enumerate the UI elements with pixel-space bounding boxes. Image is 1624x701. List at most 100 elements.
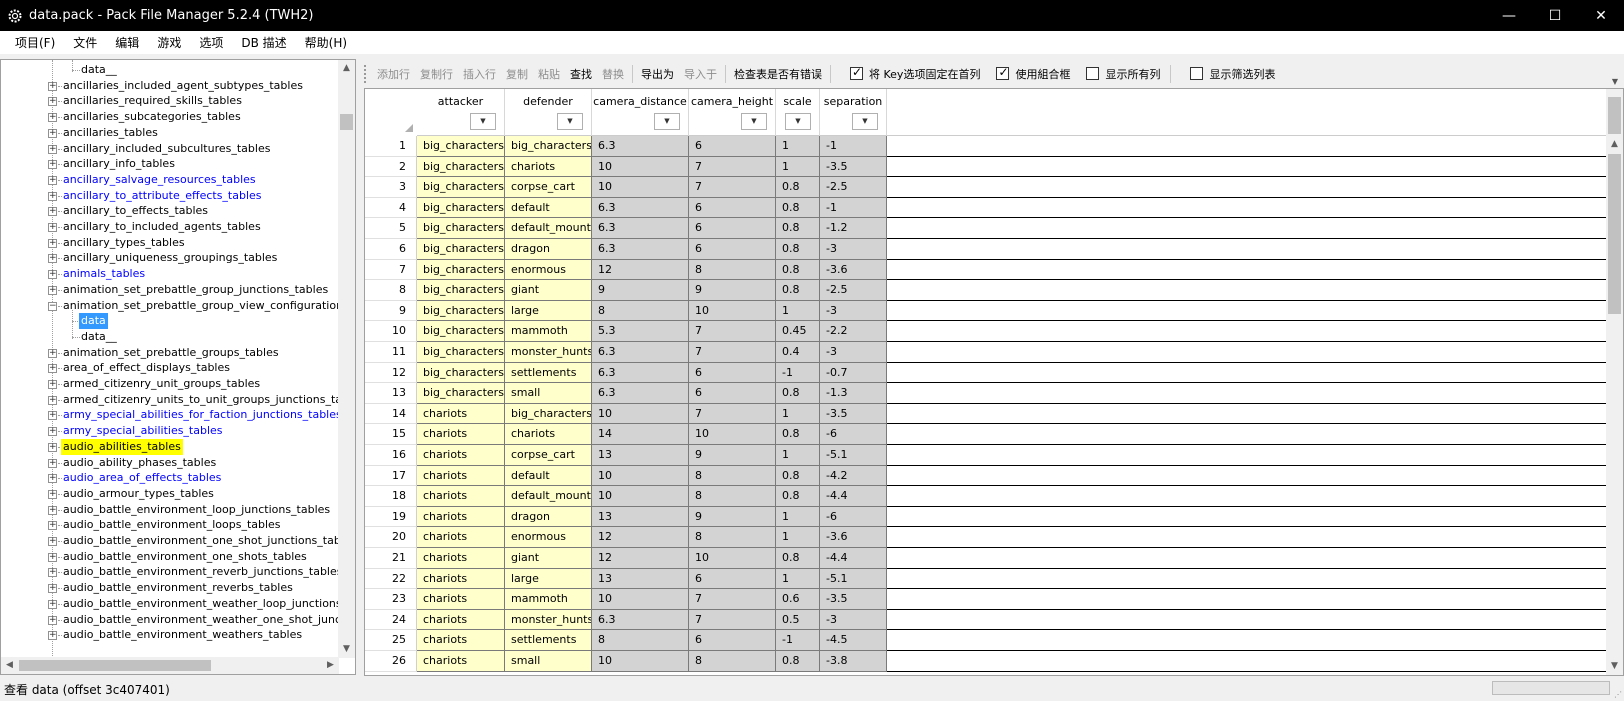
cell-defender[interactable]: default_mounted bbox=[505, 218, 592, 239]
cell-camera-height[interactable]: 6 bbox=[689, 630, 776, 651]
cell-camera-height[interactable]: 7 bbox=[689, 403, 776, 425]
menu-db-description[interactable]: DB 描述 bbox=[232, 31, 295, 55]
tree-item[interactable]: + audio_armour_types_tables bbox=[1, 486, 339, 502]
tree-item[interactable]: + audio_battle_environment_one_shot_junct… bbox=[1, 533, 339, 549]
find-button[interactable]: 查找 bbox=[565, 66, 597, 82]
cell-attacker[interactable]: big_characters bbox=[417, 280, 505, 301]
cell-scale[interactable]: 0.8 bbox=[776, 197, 820, 219]
tree-item[interactable]: + ancillary_uniqueness_groupings_tables bbox=[1, 250, 339, 266]
cell-defender[interactable]: mammoth bbox=[505, 321, 592, 342]
cell-scale[interactable]: 0.5 bbox=[776, 609, 820, 631]
cell-camera-height[interactable]: 7 bbox=[689, 589, 776, 610]
cell-separation[interactable]: -3 bbox=[820, 239, 887, 260]
cell-camera-height[interactable]: 8 bbox=[689, 259, 776, 281]
cell-camera-height[interactable]: 6 bbox=[689, 383, 776, 404]
close-button[interactable]: ✕ bbox=[1578, 0, 1624, 31]
cell-separation[interactable]: -3.6 bbox=[820, 259, 887, 281]
cell-attacker[interactable]: chariots bbox=[417, 465, 505, 487]
tree-item[interactable]: + audio_battle_environment_loop_junctions… bbox=[1, 502, 339, 518]
cell-separation[interactable]: -2.5 bbox=[820, 177, 887, 198]
cell-defender[interactable]: large bbox=[505, 568, 592, 590]
cell-defender[interactable]: small bbox=[505, 651, 592, 672]
expand-icon[interactable]: + bbox=[48, 128, 57, 138]
expand-icon[interactable]: + bbox=[48, 223, 57, 232]
insert-row-button[interactable]: 插入行 bbox=[458, 66, 501, 82]
expand-icon[interactable]: + bbox=[48, 615, 57, 625]
cell-camera-height[interactable]: 8 bbox=[689, 465, 776, 487]
cell-defender[interactable]: settlements bbox=[505, 362, 592, 384]
cell-scale[interactable]: 1 bbox=[776, 156, 820, 178]
expand-icon[interactable]: + bbox=[48, 207, 57, 217]
cell-camera-height[interactable]: 7 bbox=[689, 177, 776, 198]
expand-icon[interactable]: + bbox=[48, 552, 57, 562]
filter-dropdown-icon[interactable]: ▼ bbox=[852, 113, 878, 130]
cell-scale[interactable]: 1 bbox=[776, 506, 820, 528]
row-number[interactable]: 7 bbox=[365, 259, 417, 281]
tree-item[interactable]: + ancillary_info_tables bbox=[1, 156, 339, 172]
cell-separation[interactable]: -3 bbox=[820, 300, 887, 322]
cell-camera-distance[interactable]: 13 bbox=[592, 568, 689, 590]
filter-dropdown-icon[interactable]: ▼ bbox=[654, 113, 680, 130]
cell-scale[interactable]: 0.6 bbox=[776, 589, 820, 610]
cell-separation[interactable]: -0.7 bbox=[820, 362, 887, 384]
cell-separation[interactable]: -5.1 bbox=[820, 445, 887, 466]
column-header-camera-distance[interactable]: camera_distance ▼ bbox=[592, 89, 689, 136]
table-row[interactable]: 26 chariots small 10 8 0.8 -3.8 bbox=[365, 651, 1608, 672]
tree-item[interactable]: + ancillary_to_included_agents_tables bbox=[1, 219, 339, 235]
tree-item[interactable]: − animation_set_prebattle_group_view_conf… bbox=[1, 298, 339, 314]
expand-icon[interactable]: + bbox=[48, 395, 57, 405]
pin-keys-checkbox[interactable]: 将 Key选项固定在首列 bbox=[850, 65, 980, 82]
row-number[interactable]: 25 bbox=[365, 630, 417, 651]
scroll-left-icon[interactable]: ◀ bbox=[1, 657, 18, 674]
cell-camera-distance[interactable]: 5.3 bbox=[592, 321, 689, 342]
row-number[interactable]: 6 bbox=[365, 239, 417, 260]
cell-camera-distance[interactable]: 8 bbox=[592, 300, 689, 322]
cell-defender[interactable]: big_characters bbox=[505, 403, 592, 425]
cell-separation[interactable]: -6 bbox=[820, 506, 887, 528]
tree-item[interactable]: + audio_battle_environment_reverb_junctio… bbox=[1, 564, 339, 580]
cell-defender[interactable]: mammoth bbox=[505, 589, 592, 610]
expand-icon[interactable]: + bbox=[48, 160, 57, 170]
cell-defender[interactable]: default_mounted bbox=[505, 486, 592, 507]
cell-attacker[interactable]: big_characters bbox=[417, 177, 505, 198]
checkbox-unchecked-icon[interactable] bbox=[1190, 67, 1204, 80]
copy-row-button[interactable]: 复制行 bbox=[415, 66, 458, 82]
tree-item[interactable]: + animals_tables bbox=[1, 266, 339, 282]
cell-camera-distance[interactable]: 6.3 bbox=[592, 383, 689, 404]
cell-separation[interactable]: -3.8 bbox=[820, 651, 887, 672]
cell-separation[interactable]: -1.3 bbox=[820, 383, 887, 404]
cell-separation[interactable]: -4.2 bbox=[820, 465, 887, 487]
row-number[interactable]: 26 bbox=[365, 651, 417, 672]
row-number[interactable]: 11 bbox=[365, 342, 417, 363]
table-vertical-scrollbar[interactable]: ▲ ▼ bbox=[1606, 136, 1623, 675]
cell-camera-distance[interactable]: 12 bbox=[592, 259, 689, 281]
table-row[interactable]: 10 big_characters mammoth 5.3 7 0.45 -2.2 bbox=[365, 321, 1608, 342]
filter-dropdown-icon[interactable]: ▼ bbox=[470, 113, 496, 130]
cell-separation[interactable]: -2.2 bbox=[820, 321, 887, 342]
cell-camera-distance[interactable]: 10 bbox=[592, 589, 689, 610]
cell-scale[interactable]: 0.8 bbox=[776, 280, 820, 301]
table-row[interactable]: 4 big_characters default 6.3 6 0.8 -1 bbox=[365, 197, 1608, 219]
cell-scale[interactable]: 0.8 bbox=[776, 259, 820, 281]
table-row[interactable]: 20 chariots enormous 12 8 1 -3.6 bbox=[365, 527, 1608, 548]
cell-defender[interactable]: dragon bbox=[505, 239, 592, 260]
tree-vertical-scrollbar[interactable]: ▲ ▼ bbox=[338, 60, 355, 658]
expand-icon[interactable]: + bbox=[48, 254, 57, 264]
cell-scale[interactable]: 1 bbox=[776, 527, 820, 548]
cell-defender[interactable]: monster_hunts bbox=[505, 342, 592, 363]
expand-icon[interactable]: + bbox=[48, 285, 57, 295]
cell-defender[interactable]: default bbox=[505, 465, 592, 487]
tree-item[interactable]: + animation_set_prebattle_groups_tables bbox=[1, 345, 339, 361]
add-row-button[interactable]: 添加行 bbox=[372, 66, 415, 82]
cell-defender[interactable]: enormous bbox=[505, 259, 592, 281]
cell-camera-height[interactable]: 10 bbox=[689, 548, 776, 569]
cell-camera-distance[interactable]: 6.3 bbox=[592, 609, 689, 631]
cell-camera-distance[interactable]: 6.3 bbox=[592, 136, 689, 157]
tree-item[interactable]: + audio_battle_environment_loops_tables bbox=[1, 517, 339, 533]
cell-camera-height[interactable]: 7 bbox=[689, 609, 776, 631]
resize-grip-icon[interactable]: ⋰ bbox=[1614, 690, 1622, 699]
tree-item[interactable]: + audio_area_of_effects_tables bbox=[1, 470, 339, 486]
table-row[interactable]: 11 big_characters monster_hunts 6.3 7 0.4 -3 bbox=[365, 342, 1608, 363]
cell-attacker[interactable]: big_characters bbox=[417, 362, 505, 384]
cell-camera-distance[interactable]: 6.3 bbox=[592, 197, 689, 219]
